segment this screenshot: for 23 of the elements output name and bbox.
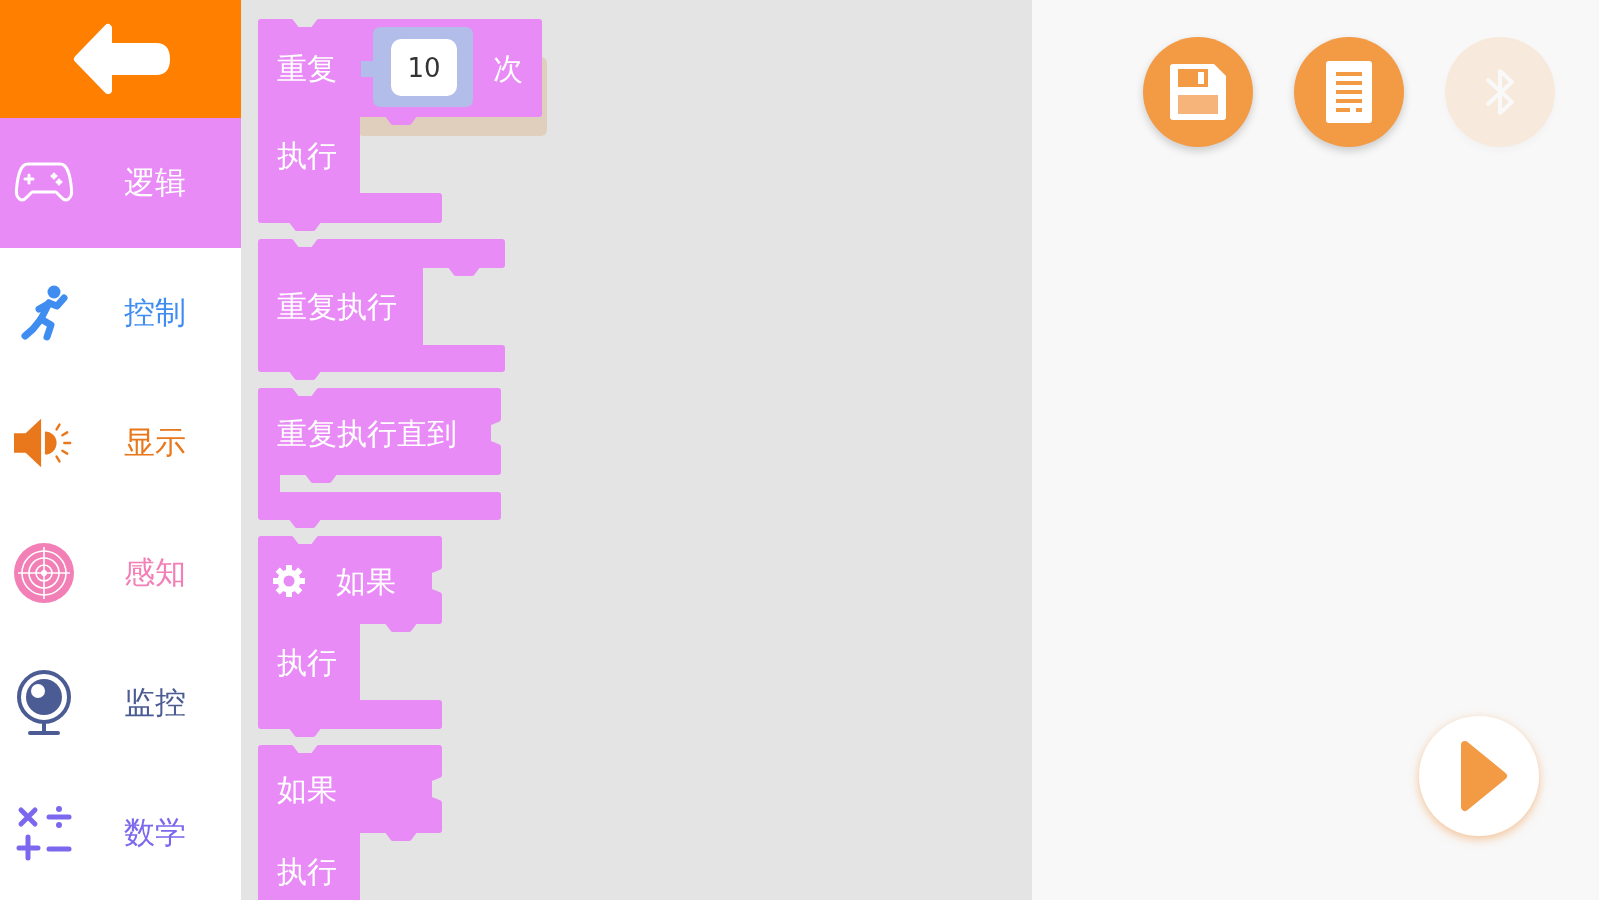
block-label: 重复 [277,50,337,86]
save-button[interactable] [1143,37,1253,147]
repeat-forever-block[interactable] [258,239,505,380]
if-block[interactable] [258,745,442,900]
block-label: 重复执行 [277,288,397,324]
back-button[interactable] [0,0,241,118]
document-button[interactable] [1294,37,1404,147]
block-label: 执行 [277,853,337,889]
block-label: 如果 [336,563,396,599]
block-label: 执行 [277,644,337,680]
back-arrow-icon [71,22,170,96]
repeat-until-block[interactable] [258,388,501,528]
block-label: 如果 [277,771,337,807]
category-tab[interactable]: 逻辑 [0,118,241,248]
number-field[interactable]: 10 [391,39,457,96]
gear-icon[interactable] [270,562,308,600]
document-icon [1326,61,1372,123]
if-block[interactable] [258,536,442,737]
block-label: 执行 [277,137,337,173]
block-label: 次 [493,50,523,86]
play-icon [1460,740,1508,812]
block-label: 重复执行直到 [277,415,457,451]
run-button[interactable] [1419,716,1539,836]
